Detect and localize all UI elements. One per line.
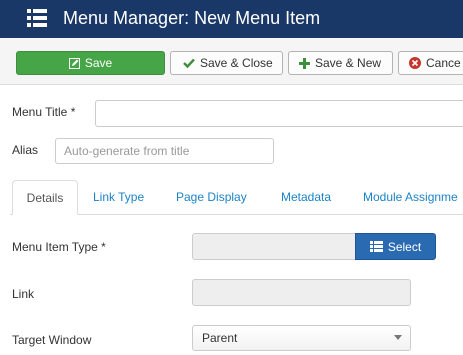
edit-icon bbox=[68, 57, 80, 69]
tab-link-type[interactable]: Link Type bbox=[93, 180, 144, 215]
cancel-button-label: Cance bbox=[426, 56, 461, 70]
tab-page-display[interactable]: Page Display bbox=[176, 180, 247, 215]
list-icon bbox=[369, 241, 383, 252]
target-window-select[interactable]: Parent bbox=[192, 325, 411, 351]
menu-item-type-label: Menu Item Type * bbox=[12, 240, 106, 254]
menu-item-type-field bbox=[192, 233, 358, 260]
cancel-button[interactable]: Cance bbox=[398, 51, 463, 75]
target-window-value: Parent bbox=[202, 331, 238, 345]
select-type-button[interactable]: Select bbox=[355, 233, 436, 260]
alias-input[interactable] bbox=[55, 138, 274, 164]
link-field bbox=[192, 279, 411, 306]
tab-module-assignment[interactable]: Module Assignme bbox=[363, 180, 458, 215]
link-label: Link bbox=[12, 287, 35, 301]
save-close-button-label: Save & Close bbox=[200, 56, 273, 70]
menu-title-input[interactable] bbox=[95, 100, 463, 127]
save-button-label: Save bbox=[84, 56, 113, 70]
save-close-button[interactable]: Save & Close bbox=[170, 51, 283, 75]
select-button-label: Select bbox=[387, 239, 422, 254]
checkmark-icon bbox=[183, 58, 195, 68]
plus-icon bbox=[299, 57, 310, 69]
save-button[interactable]: Save bbox=[16, 51, 165, 75]
cancel-circle-icon bbox=[409, 57, 421, 69]
save-new-button-label: Save & New bbox=[315, 56, 382, 70]
tab-details[interactable]: Details bbox=[12, 180, 78, 215]
chevron-down-icon bbox=[394, 335, 402, 340]
page-title: Menu Manager: New Menu Item bbox=[63, 8, 321, 28]
target-window-label: Target Window bbox=[12, 333, 92, 347]
menu-list-icon bbox=[27, 9, 47, 27]
alias-label: Alias bbox=[12, 143, 39, 157]
save-new-button[interactable]: Save & New bbox=[288, 51, 393, 75]
menu-title-label: Menu Title * bbox=[12, 105, 76, 119]
tab-metadata[interactable]: Metadata bbox=[281, 180, 331, 215]
